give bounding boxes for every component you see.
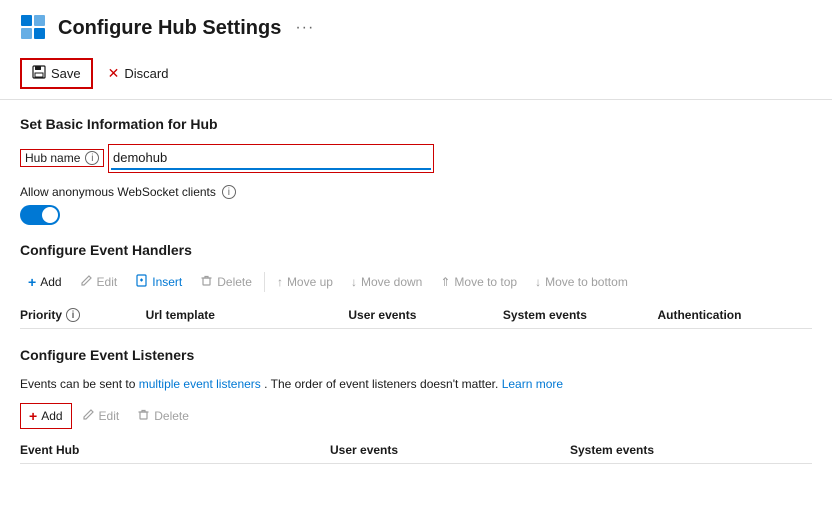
move-to-bottom-icon: ↓	[535, 275, 541, 289]
col-header-listeners-user-events: User events	[330, 443, 570, 457]
insert-handler-label: Insert	[152, 275, 182, 289]
move-to-top-label: Move to top	[454, 275, 517, 289]
event-hub-label: Event Hub	[20, 443, 79, 457]
allow-anon-label: Allow anonymous WebSocket clients	[20, 185, 216, 199]
allow-anon-toggle[interactable]	[20, 205, 60, 225]
delete-handler-button[interactable]: Delete	[192, 270, 260, 294]
hub-name-field-group: Hub name i	[20, 144, 812, 173]
hub-name-label: Hub name	[25, 151, 80, 165]
edit-listener-label: Edit	[99, 409, 120, 423]
col-header-user-events: User events	[348, 308, 503, 322]
move-to-bottom-label: Move to bottom	[545, 275, 628, 289]
toolbar-separator-1	[264, 272, 265, 292]
delete-icon	[200, 274, 213, 290]
add-handler-label: Add	[40, 275, 61, 289]
add-listener-plus-icon: +	[29, 408, 37, 424]
url-template-label: Url template	[146, 308, 215, 322]
learn-more-link[interactable]: Learn more	[502, 377, 563, 391]
listeners-toolbar: + Add Edit Delete	[20, 403, 812, 429]
page-title: Configure Hub Settings	[58, 17, 281, 40]
multiple-listeners-link[interactable]: multiple event listeners	[139, 377, 261, 391]
col-header-priority: Priority i	[20, 308, 146, 322]
edit-icon	[80, 274, 93, 290]
move-up-button[interactable]: ↑ Move up	[269, 271, 341, 293]
move-to-top-button[interactable]: ⇑ Move to top	[432, 271, 525, 293]
add-plus-icon: +	[28, 274, 36, 290]
listeners-user-events-label: User events	[330, 443, 398, 457]
event-handlers-section: Configure Event Handlers + Add Edit Inse…	[20, 242, 812, 329]
move-down-icon: ↓	[351, 275, 357, 289]
authentication-label: Authentication	[657, 308, 741, 322]
edit-handler-button[interactable]: Edit	[72, 270, 126, 294]
save-button[interactable]: Save	[20, 58, 93, 89]
listeners-table-header: Event Hub User events System events	[20, 437, 812, 464]
delete-listener-button[interactable]: Delete	[129, 404, 197, 428]
delete-listener-icon	[137, 408, 150, 424]
add-listener-label: Add	[41, 409, 62, 423]
move-up-label: Move up	[287, 275, 333, 289]
col-header-listeners-system-events: System events	[570, 443, 810, 457]
insert-handler-button[interactable]: Insert	[127, 270, 190, 294]
basic-info-title: Set Basic Information for Hub	[20, 116, 812, 132]
toggle-knob	[42, 207, 58, 223]
edit-handler-label: Edit	[97, 275, 118, 289]
handlers-table-header: Priority i Url template User events Syst…	[20, 302, 812, 329]
edit-listener-button[interactable]: Edit	[74, 404, 128, 428]
edit-listener-icon	[82, 408, 95, 424]
allow-anon-label-row: Allow anonymous WebSocket clients i	[20, 185, 812, 199]
hub-name-input-wrapper	[108, 144, 434, 173]
main-content: Set Basic Information for Hub Hub name i…	[0, 100, 832, 480]
col-header-authentication: Authentication	[657, 308, 812, 322]
close-icon: ✕	[108, 65, 120, 82]
delete-handler-label: Delete	[217, 275, 252, 289]
hub-name-label-box: Hub name i	[20, 149, 104, 167]
discard-label: Discard	[124, 66, 168, 81]
more-options-label[interactable]: ···	[295, 19, 314, 37]
insert-icon	[135, 274, 148, 290]
main-toolbar: Save ✕ Discard	[0, 52, 832, 100]
discard-button[interactable]: ✕ Discard	[97, 59, 180, 88]
move-down-button[interactable]: ↓ Move down	[343, 271, 430, 293]
allow-anon-info-icon[interactable]: i	[222, 185, 236, 199]
event-listeners-section: Configure Event Listeners Events can be …	[20, 347, 812, 464]
move-down-label: Move down	[361, 275, 422, 289]
hub-name-input[interactable]	[111, 147, 431, 170]
save-icon	[32, 65, 46, 82]
hub-name-info-icon[interactable]: i	[85, 151, 99, 165]
col-header-event-hub: Event Hub	[20, 443, 330, 457]
event-listeners-title: Configure Event Listeners	[20, 347, 812, 363]
move-to-bottom-button[interactable]: ↓ Move to bottom	[527, 271, 636, 293]
col-header-url: Url template	[146, 308, 349, 322]
listeners-system-events-label: System events	[570, 443, 654, 457]
system-events-label: System events	[503, 308, 587, 322]
desc-part2: . The order of event listeners doesn't m…	[264, 377, 498, 391]
move-to-top-icon: ⇑	[440, 275, 450, 289]
desc-part1: Events can be sent to	[20, 377, 135, 391]
user-events-label: User events	[348, 308, 416, 322]
priority-info-icon[interactable]: i	[66, 308, 80, 322]
priority-label: Priority	[20, 308, 62, 322]
page-header: Configure Hub Settings ···	[0, 0, 832, 52]
add-handler-button[interactable]: + Add	[20, 270, 70, 294]
move-up-icon: ↑	[277, 275, 283, 289]
col-header-system-events: System events	[503, 308, 658, 322]
listeners-description: Events can be sent to multiple event lis…	[20, 375, 812, 393]
save-label: Save	[51, 66, 81, 81]
event-handlers-title: Configure Event Handlers	[20, 242, 812, 258]
delete-listener-label: Delete	[154, 409, 189, 423]
event-handlers-toolbar: + Add Edit Insert Delete	[20, 270, 812, 294]
hub-settings-icon	[20, 14, 48, 42]
add-listener-button[interactable]: + Add	[20, 403, 72, 429]
